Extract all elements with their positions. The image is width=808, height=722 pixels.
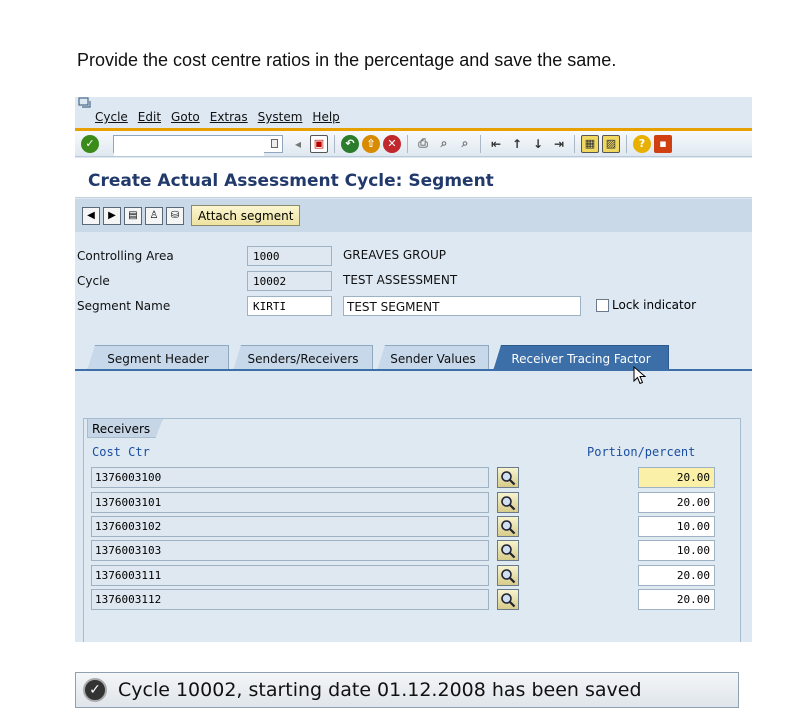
next-segment-icon[interactable]: ▶ [103, 206, 121, 225]
search-icon[interactable] [497, 516, 519, 537]
table-row: 1376003103 10.00 [91, 540, 715, 562]
cancel-icon[interactable]: ✕ [383, 134, 401, 153]
last-page-icon[interactable]: ⇥ [550, 135, 568, 153]
cost-ctr-cell[interactable]: 1376003100 [91, 467, 489, 488]
back-icon[interactable]: ◂ [289, 135, 307, 153]
find-next-icon[interactable]: ⌕ [456, 135, 474, 153]
segment-name-field[interactable]: KIRTI [247, 296, 332, 316]
portion-cell[interactable]: 10.00 [638, 516, 715, 537]
table-row: 1376003100 20.00 [91, 467, 715, 489]
segment-desc-field[interactable]: TEST SEGMENT [343, 296, 581, 316]
controlling-area-row: Controlling Area 1000 GREAVES GROUP [75, 245, 752, 267]
cost-ctr-cell[interactable]: 1376003112 [91, 589, 489, 610]
tab-sender-values[interactable]: Sender Values [377, 345, 489, 371]
first-page-icon[interactable]: ⇤ [487, 135, 505, 153]
save-icon[interactable]: ▣ [310, 134, 328, 153]
menu-edit[interactable]: Edit [138, 110, 161, 124]
tab-senders-receivers[interactable]: Senders/Receivers [233, 345, 373, 371]
lock-indicator-checkbox[interactable] [596, 299, 609, 312]
command-input[interactable] [114, 139, 264, 156]
search-icon[interactable] [497, 467, 519, 488]
controlling-area-field: 1000 [247, 246, 332, 266]
tab-strip: Segment Header Senders/Receivers Sender … [75, 345, 752, 371]
overview-icon[interactable]: ▤ [124, 206, 142, 225]
portion-cell[interactable]: 20.00 [638, 467, 715, 488]
search-icon[interactable] [497, 540, 519, 561]
sender-icon[interactable]: ♙ [145, 206, 163, 225]
cost-ctr-cell[interactable]: 1376003101 [91, 492, 489, 513]
page-title: Create Actual Assessment Cycle: Segment [88, 171, 494, 191]
controlling-area-desc: GREAVES GROUP [343, 248, 446, 262]
segment-row: Segment Name KIRTI TEST SEGMENT Lock ind… [75, 295, 752, 317]
status-bar: ✓ Cycle 10002, starting date 01.12.2008 … [75, 672, 739, 708]
title-bar: Create Actual Assessment Cycle: Segment [75, 158, 752, 198]
prev-page-icon[interactable]: ↑ [508, 135, 526, 153]
menu-goto[interactable]: Goto [171, 110, 200, 124]
receivers-group-title: Receivers [87, 418, 164, 438]
menu-extras[interactable]: Extras [210, 110, 248, 124]
menu-help[interactable]: Help [312, 110, 339, 124]
table-row: 1376003101 20.00 [91, 492, 715, 514]
cost-ctr-cell[interactable]: 1376003111 [91, 565, 489, 586]
menu-system[interactable]: System [258, 110, 303, 124]
receiver-icon[interactable]: ⛁ [166, 206, 184, 225]
cost-ctr-cell[interactable]: 1376003102 [91, 516, 489, 537]
status-message: Cycle 10002, starting date 01.12.2008 ha… [118, 679, 642, 701]
cost-ctr-cell[interactable]: 1376003103 [91, 540, 489, 561]
portion-cell[interactable]: 20.00 [638, 492, 715, 513]
tab-content: Receivers Cost Ctr Portion/percent 13760… [75, 371, 752, 642]
exit-icon[interactable]: ⇧ [362, 134, 380, 153]
help-icon[interactable]: ? [633, 134, 651, 153]
portion-column-header: Portion/percent [587, 445, 696, 459]
sap-window: Cycle Edit Goto Extras System Help ✓ ◂ ▣… [75, 97, 752, 642]
standard-toolbar: ✓ ◂ ▣ ↶ ⇧ ✕ ⎙ ⌕ ⌕ ⇤ ↑ ↓ ⇥ ▦ ▨ ? ▪ [75, 131, 752, 157]
segment-name-label: Segment Name [77, 299, 171, 313]
cycle-label: Cycle [77, 274, 110, 288]
portion-cell[interactable]: 20.00 [638, 565, 715, 586]
previous-segment-icon[interactable]: ◀ [82, 206, 100, 225]
success-check-icon: ✓ [83, 678, 107, 702]
search-icon[interactable] [497, 492, 519, 513]
table-row: 1376003102 10.00 [91, 516, 715, 538]
command-field[interactable] [113, 134, 283, 156]
cycle-desc: TEST ASSESSMENT [343, 273, 458, 287]
attach-segment-button[interactable]: Attach segment [191, 205, 301, 226]
search-icon[interactable] [497, 589, 519, 610]
mouse-cursor-icon [633, 366, 647, 385]
receivers-group: Receivers Cost Ctr Portion/percent 13760… [83, 418, 741, 642]
table-row: 1376003112 20.00 [91, 589, 715, 611]
instruction-text: Provide the cost centre ratios in the pe… [77, 50, 617, 70]
shortcut-icon[interactable]: ▨ [602, 134, 620, 153]
search-icon[interactable] [497, 565, 519, 586]
cycle-field: 10002 [247, 271, 332, 291]
find-icon[interactable]: ⌕ [435, 135, 453, 153]
portion-cell[interactable]: 10.00 [638, 540, 715, 561]
customize-icon[interactable]: ▪ [654, 134, 672, 153]
portion-cell[interactable]: 20.00 [638, 589, 715, 610]
controlling-area-label: Controlling Area [77, 249, 174, 263]
table-row: 1376003111 20.00 [91, 565, 715, 587]
cycle-row: Cycle 10002 TEST ASSESSMENT [75, 270, 752, 292]
cost-ctr-column-header: Cost Ctr [92, 445, 150, 459]
command-history-icon[interactable] [271, 138, 278, 148]
tab-segment-header[interactable]: Segment Header [87, 345, 229, 371]
application-toolbar: ◀ ▶ ▤ ♙ ⛁ Attach segment [75, 199, 752, 232]
enter-icon[interactable]: ✓ [81, 134, 99, 153]
back-nav-icon[interactable]: ↶ [341, 134, 359, 153]
new-session-icon[interactable]: ▦ [581, 134, 599, 153]
menu-cycle[interactable]: Cycle [95, 110, 128, 124]
next-page-icon[interactable]: ↓ [529, 135, 547, 153]
lock-indicator-label: Lock indicator [612, 298, 696, 312]
print-icon[interactable]: ⎙ [414, 135, 432, 153]
menu-bar: Cycle Edit Goto Extras System Help [75, 107, 752, 127]
